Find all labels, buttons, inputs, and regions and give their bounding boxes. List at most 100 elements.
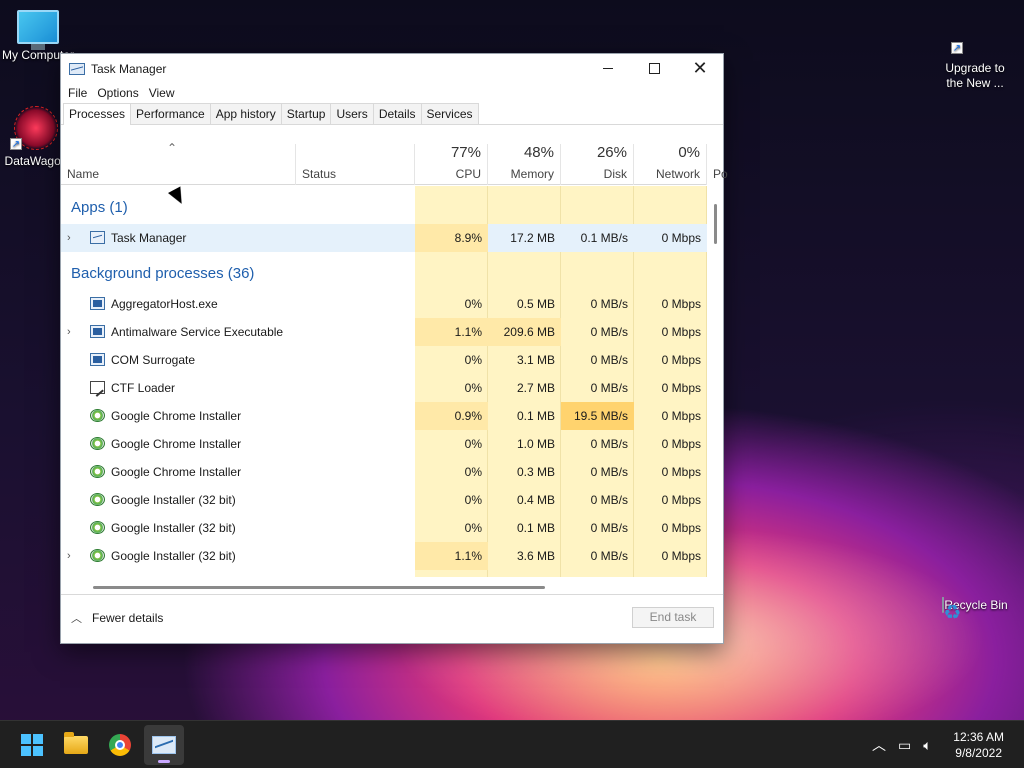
column-power-header[interactable]: Po <box>707 144 728 185</box>
desktop-icon-recycle-bin[interactable]: Recycle Bin <box>935 597 1015 613</box>
tab-app-history[interactable]: App history <box>209 103 282 124</box>
network-value: 0 Mbps <box>661 437 701 451</box>
fewer-details-button[interactable]: ︿ Fewer details <box>71 610 163 626</box>
chrome-icon <box>109 734 131 756</box>
network-value: 0 Mbps <box>661 325 701 339</box>
tab-users[interactable]: Users <box>330 103 374 124</box>
column-cpu-header[interactable]: 77% CPU <box>415 144 488 185</box>
cpu-value: 0% <box>464 353 482 367</box>
file-explorer-button[interactable] <box>56 725 96 765</box>
cpu-value: 0% <box>464 437 482 451</box>
column-memory-header[interactable]: 48% Memory <box>488 144 561 185</box>
memory-value: 0.5 MB <box>516 297 555 311</box>
group-background-header: Background processes (36) <box>71 265 255 282</box>
app-window-icon <box>90 325 105 338</box>
table-row[interactable]: COM Surrogate 0% 3.1 MB 0 MB/s 0 Mbps <box>61 346 707 374</box>
taskbar: ︿ ▭ 🔈︎ 12:36 AM 9/8/2022 <box>0 720 1024 768</box>
table-row[interactable]: Google Installer (32 bit) 0% 0.4 MB 0 MB… <box>61 486 707 514</box>
cpu-value: 1.1% <box>415 318 488 346</box>
disk-value: 0 MB/s <box>590 493 628 507</box>
windows-logo-icon <box>21 734 43 756</box>
process-name: Google Chrome Installer <box>111 437 242 451</box>
cpu-value: 0% <box>464 465 482 479</box>
network-value: 0 Mbps <box>661 493 701 507</box>
column-label: Disk <box>603 167 627 181</box>
chevron-up-icon[interactable]: ︿ <box>872 735 886 755</box>
tab-processes[interactable]: Processes <box>63 103 132 125</box>
table-row[interactable]: › Task Manager 8.9% 17.2 MB 0.1 MB/s 0 M… <box>61 224 707 252</box>
chevron-right-icon[interactable]: › <box>67 542 71 570</box>
menu-options[interactable]: Options <box>92 86 143 100</box>
installer-gear-icon <box>90 521 105 534</box>
table-row[interactable]: Google Installer (32 bit) 0% 0.1 MB 0 MB… <box>61 514 707 542</box>
network-value: 0 Mbps <box>661 521 701 535</box>
table-row[interactable]: CTF Loader 0% 2.7 MB 0 MB/s 0 Mbps <box>61 374 707 402</box>
tab-bar: Processes Performance App history Startu… <box>61 103 723 125</box>
table-row[interactable]: › Antimalware Service Executable 1.1% 20… <box>61 318 707 346</box>
horizontal-scrollbar[interactable] <box>93 586 545 589</box>
chevron-right-icon[interactable]: › <box>67 318 71 346</box>
column-disk-header[interactable]: 26% Disk <box>561 144 634 185</box>
process-name: Google Installer (32 bit) <box>111 493 236 507</box>
vertical-scrollbar[interactable] <box>714 204 717 244</box>
memory-value: 0.4 MB <box>516 493 555 507</box>
network-value: 0 Mbps <box>661 465 701 479</box>
installer-gear-icon <box>90 465 105 478</box>
tab-performance[interactable]: Performance <box>130 103 211 124</box>
memory-value: 1.0 MB <box>516 437 555 451</box>
close-button[interactable]: ✕ <box>677 54 723 83</box>
system-tray: ︿ ▭ 🔈︎ <box>866 721 938 768</box>
process-name: Task Manager <box>111 231 187 245</box>
memory-value: 0.1 MB <box>516 521 555 535</box>
minimize-button[interactable] <box>585 54 631 83</box>
tab-details[interactable]: Details <box>372 103 422 124</box>
table-row[interactable]: Google Chrome Installer 0% 0.3 MB 0 MB/s… <box>61 458 707 486</box>
pen-notepad-icon <box>90 381 105 394</box>
disk-value: 0 MB/s <box>590 549 628 563</box>
maximize-button[interactable] <box>631 54 677 83</box>
memory-value: 0.1 MB <box>516 409 555 423</box>
chevron-right-icon[interactable]: › <box>67 224 71 252</box>
fewer-details-label: Fewer details <box>92 611 164 625</box>
cpu-total: 77% <box>450 144 481 161</box>
title-bar[interactable]: Task Manager ✕ <box>61 54 723 83</box>
network-value: 0 Mbps <box>661 353 701 367</box>
speaker-icon[interactable]: 🔈︎ <box>923 737 931 754</box>
installer-gear-icon <box>90 409 105 422</box>
disk-value: 0 MB/s <box>590 353 628 367</box>
desktop-icon-label: Upgrade to <box>945 61 1005 75</box>
column-label: Name <box>67 167 100 181</box>
network-value: 0 Mbps <box>661 549 701 563</box>
cpu-value: 1.1% <box>415 542 488 570</box>
group-apps-header: Apps (1) <box>71 199 128 216</box>
column-status-header[interactable]: Status <box>295 144 415 185</box>
column-network-header[interactable]: 0% Network <box>634 144 707 185</box>
start-button[interactable] <box>12 725 52 765</box>
table-row[interactable]: › Google Installer (32 bit) 1.1% 3.6 MB … <box>61 542 707 570</box>
table-row[interactable]: Google Chrome Installer 0% 1.0 MB 0 MB/s… <box>61 430 707 458</box>
installer-gear-icon <box>90 493 105 506</box>
tab-startup[interactable]: Startup <box>280 103 332 124</box>
network-icon[interactable]: ▭ <box>898 737 911 754</box>
clock[interactable]: 12:36 AM 9/8/2022 <box>953 729 1004 761</box>
process-list: Apps (1) › Task Manager 8.9% 17.2 MB 0.1… <box>61 186 707 577</box>
desktop-icon-upgrade[interactable]: ↗ Upgrade to the New ... <box>935 7 1015 91</box>
disk-value: 0.1 MB/s <box>580 231 628 245</box>
table-row[interactable]: Google Chrome Installer 0.9% 0.1 MB 19.5… <box>61 402 707 430</box>
shortcut-arrow-icon: ↗ <box>951 42 963 54</box>
end-task-button[interactable]: End task <box>632 607 714 628</box>
task-manager-taskbar-button[interactable] <box>144 725 184 765</box>
memory-value: 209.6 MB <box>488 318 561 346</box>
menu-file[interactable]: File <box>63 86 92 100</box>
tab-services[interactable]: Services <box>420 103 479 124</box>
process-name: Google Installer (32 bit) <box>111 549 236 563</box>
cpu-value: 0% <box>464 493 482 507</box>
computer-icon <box>17 10 59 50</box>
chrome-button[interactable] <box>100 725 140 765</box>
table-row[interactable]: AggregatorHost.exe 0% 0.5 MB 0 MB/s 0 Mb… <box>61 290 707 318</box>
cpu-value: 8.9% <box>415 224 488 252</box>
task-manager-icon <box>90 231 105 244</box>
column-name-header[interactable]: ⌃ Name <box>61 141 295 185</box>
app-window-icon <box>90 297 105 310</box>
menu-view[interactable]: View <box>144 86 180 100</box>
